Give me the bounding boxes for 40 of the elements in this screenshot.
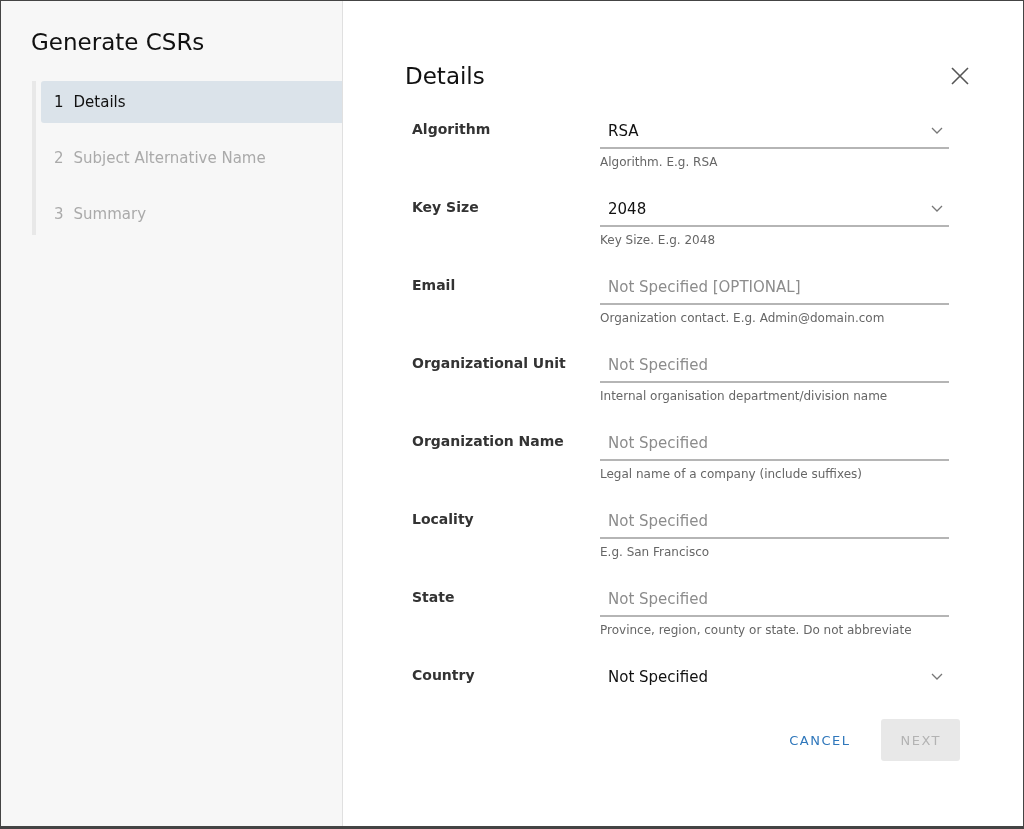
step-number: 3: [54, 205, 64, 223]
field-hint: Organization contact. E.g. Admin@domain.com: [600, 311, 886, 325]
step-label: Details: [73, 93, 126, 111]
step-item[interactable]: 1 Details: [41, 81, 342, 123]
field-label: Email: [412, 276, 457, 295]
chevron-down-icon: [931, 673, 943, 681]
select-field[interactable]: Not Specified: [600, 665, 949, 695]
field-hint: Algorithm. E.g. RSA: [600, 155, 719, 169]
select-value: Not Specified: [608, 668, 708, 686]
step-label: Subject Alternative Name: [73, 149, 266, 167]
input-field[interactable]: Not Specified: [600, 431, 949, 461]
field-label: Organizational Unit: [412, 354, 567, 373]
step-label: Summary: [73, 205, 147, 223]
chevron-down-icon: [931, 205, 943, 213]
field-label: Country: [412, 666, 476, 685]
field-label: Locality: [412, 510, 475, 529]
input-field[interactable]: Not Specified: [600, 587, 949, 617]
step-number: 2: [54, 149, 64, 167]
field-hint: Internal organisation department/division name: [600, 389, 889, 403]
field-label: State: [412, 588, 456, 607]
field-label: Key Size: [412, 198, 480, 217]
field-label: Organization Name: [412, 432, 565, 451]
field-hint: Province, region, county or state. Do not abbreviate: [600, 623, 913, 637]
input-field[interactable]: Not Specified: [600, 509, 949, 539]
select-value: 2048: [608, 200, 647, 218]
select-value: RSA: [608, 122, 639, 140]
cancel-button[interactable]: CANCEL: [770, 719, 870, 761]
chevron-down-icon: [931, 127, 943, 135]
step-number: 1: [54, 93, 64, 111]
field-hint: Legal name of a company (include suffixes): [600, 467, 863, 481]
dialog-title: Generate CSRs: [31, 29, 206, 55]
input-field[interactable]: Not Specified: [600, 353, 949, 383]
close-icon[interactable]: [950, 66, 970, 86]
select-field[interactable]: 2048: [600, 197, 949, 227]
select-field[interactable]: RSA: [600, 119, 949, 149]
field-hint: E.g. San Francisco: [600, 545, 711, 559]
field-hint: Key Size. E.g. 2048: [600, 233, 716, 247]
section-title: Details: [405, 63, 485, 89]
field-label: Algorithm: [412, 120, 492, 139]
input-field[interactable]: Not Specified [OPTIONAL]: [600, 275, 949, 305]
